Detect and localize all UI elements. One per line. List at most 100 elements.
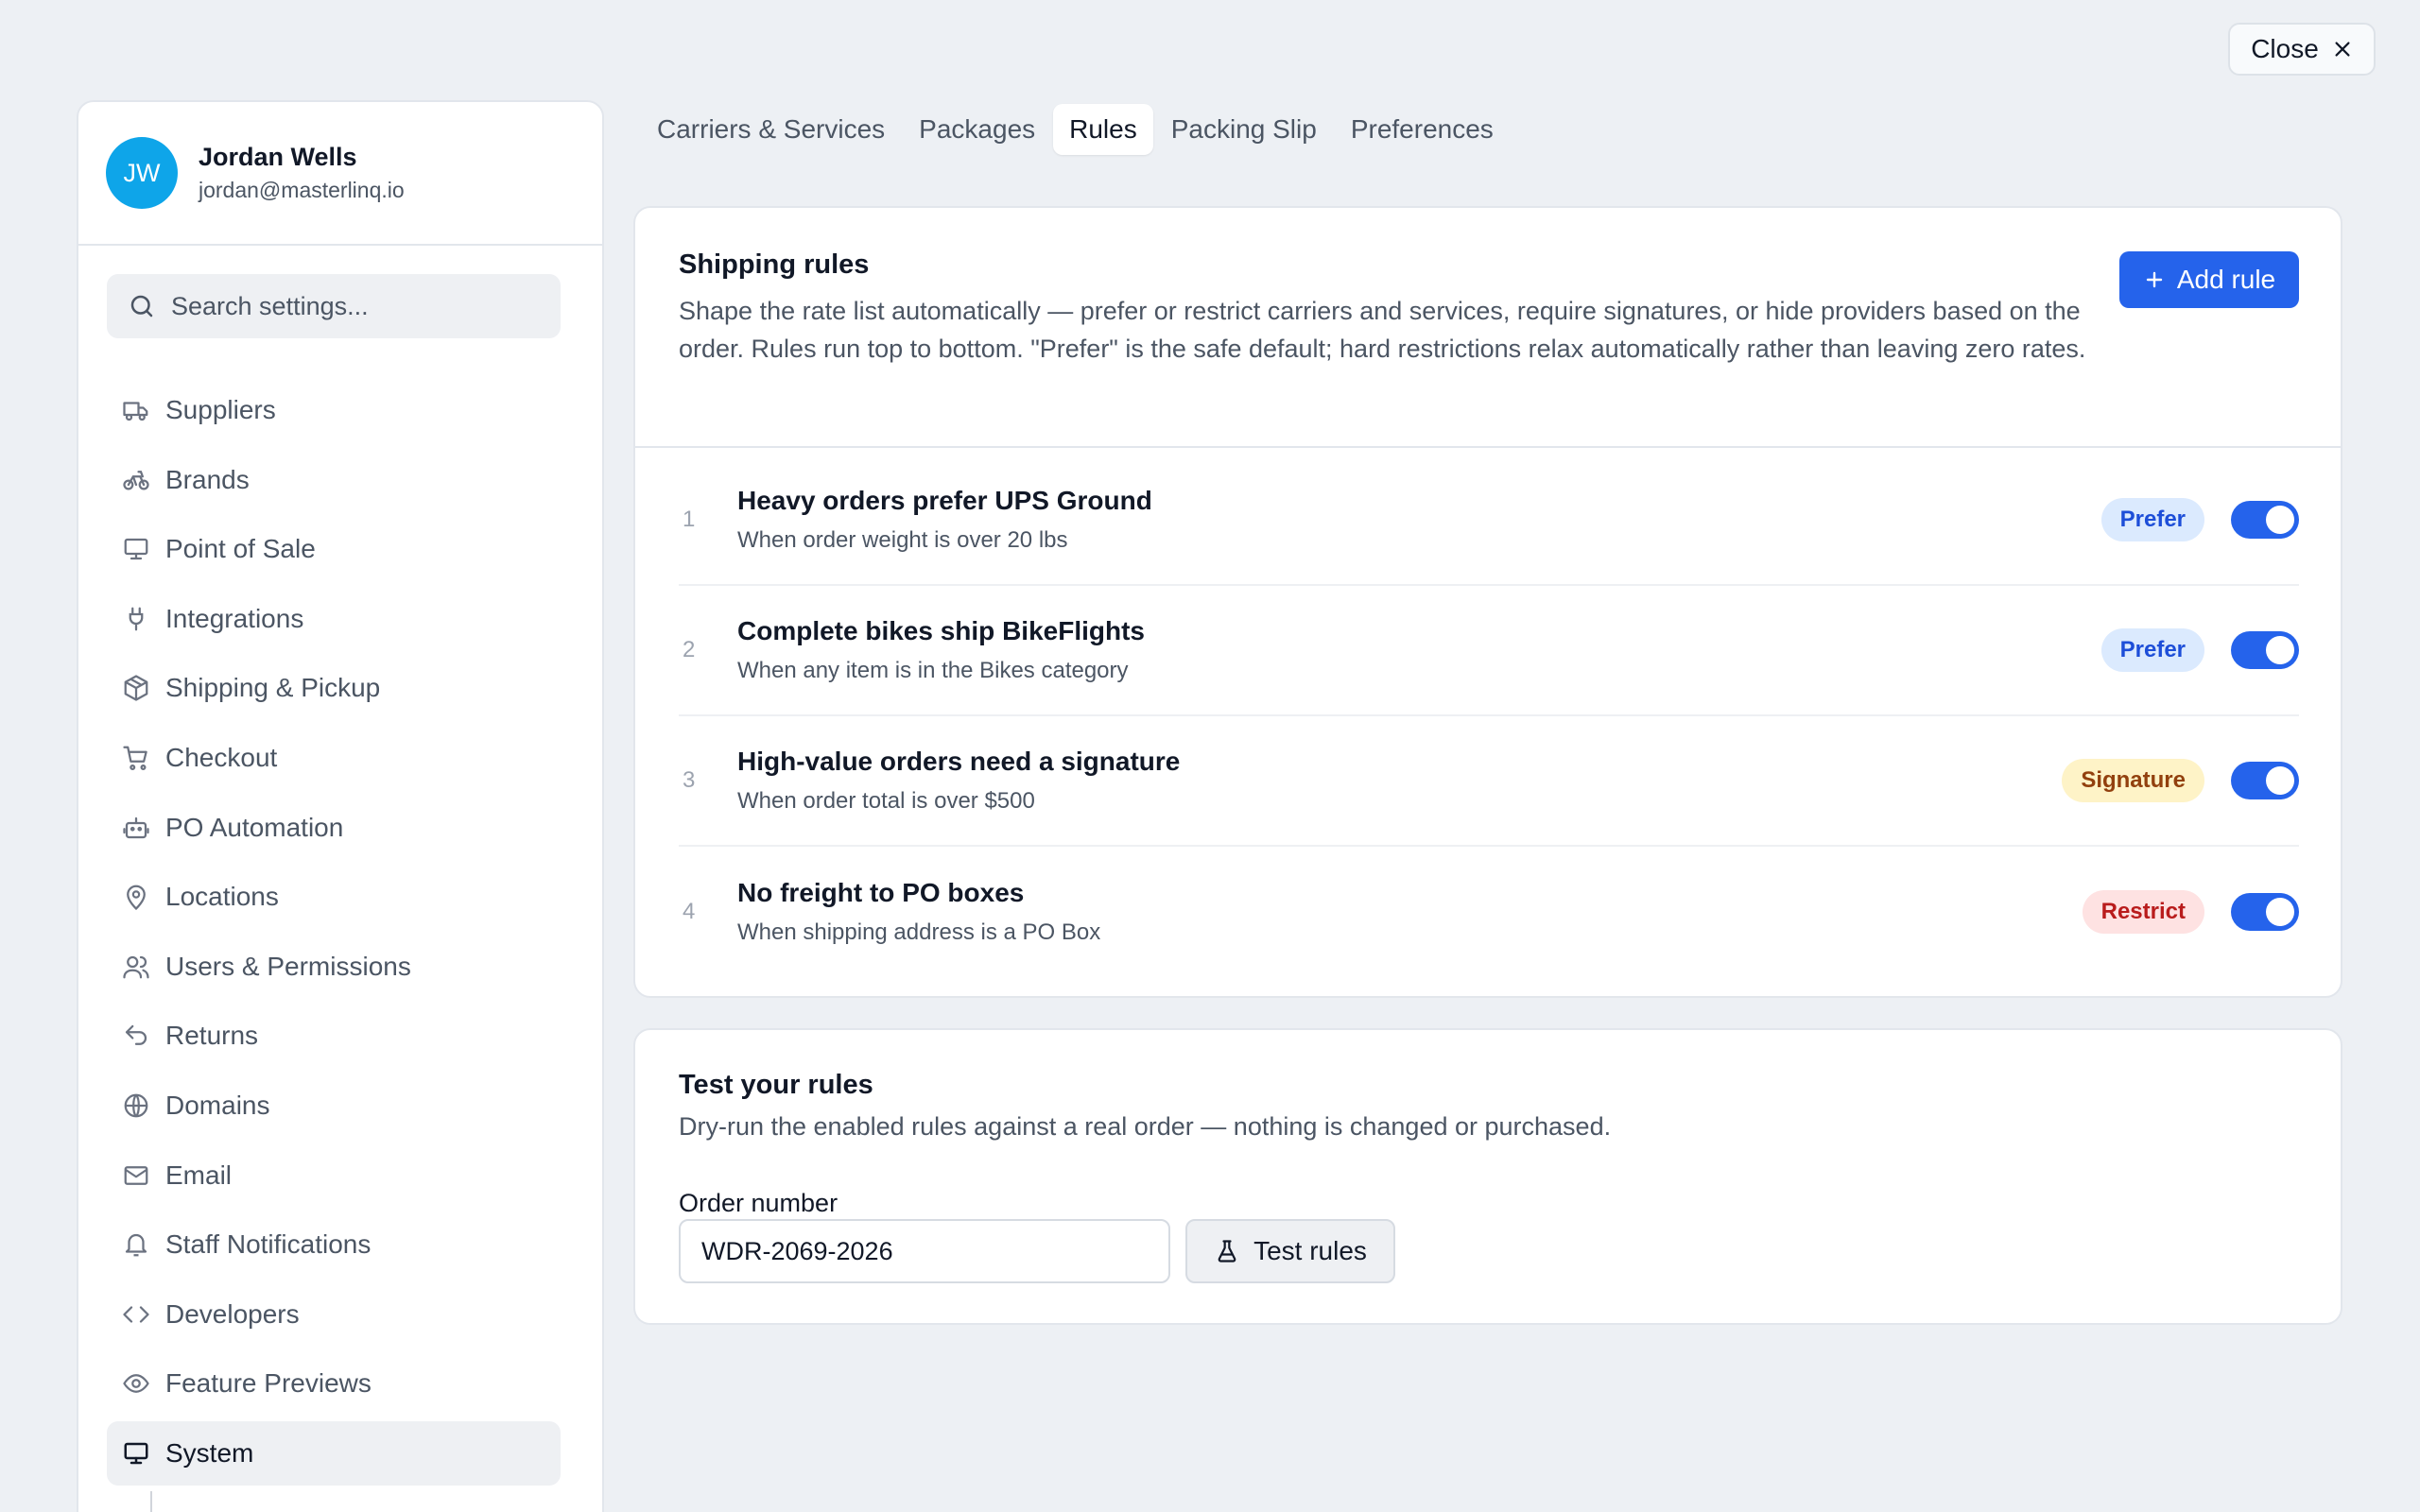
rule-enabled-toggle[interactable] <box>2231 631 2299 669</box>
sidebar-item-label: System <box>165 1437 254 1468</box>
sidebar-item-label: Developers <box>165 1298 300 1329</box>
sidebar-item-label: Locations <box>165 882 279 912</box>
search-input[interactable]: Search settings... <box>107 274 561 338</box>
test-rules-button[interactable]: Test rules <box>1185 1219 1395 1283</box>
shipping-rules-description: Shape the rate list automatically — pref… <box>679 297 2086 363</box>
sidebar-item-label: PO Automation <box>165 812 344 842</box>
rule-row[interactable]: 2 Complete bikes ship BikeFlights When a… <box>679 586 2299 716</box>
test-rules-card: Test your rules Dry-run the enabled rule… <box>633 1028 2342 1325</box>
sidebar-item-label: Integrations <box>165 603 304 633</box>
close-button[interactable]: Close <box>2228 23 2376 76</box>
plus-icon <box>2143 268 2166 291</box>
sidebar-item-label: Suppliers <box>165 395 276 424</box>
settings-sidebar: JW Jordan Wells jordan@masterlinq.io Sea… <box>77 100 604 1512</box>
sidebar-item-label: Checkout <box>165 742 278 772</box>
sidebar-item-domains[interactable]: Domains <box>107 1074 561 1138</box>
sidebar-item-locations[interactable]: Locations <box>107 865 561 929</box>
sidebar-item-email[interactable]: Email <box>107 1143 561 1208</box>
rule-number: 2 <box>683 637 696 662</box>
rule-enabled-toggle[interactable] <box>2231 893 2299 931</box>
toggle-knob <box>2266 766 2294 795</box>
sidebar-item-label: Email <box>165 1160 233 1190</box>
sidebar-item-label: Shipping & Pickup <box>165 673 381 703</box>
sidebar-item-shipping-pickup[interactable]: Shipping & Pickup <box>107 656 561 720</box>
rule-condition: When any item is in the Bikes category <box>737 658 1129 683</box>
test-rules-title: Test your rules <box>679 1070 873 1100</box>
rule-row[interactable]: 3 High-value orders need a signature Whe… <box>679 716 2299 847</box>
test-rules-label: Test rules <box>1253 1236 1367 1265</box>
tab-preferences[interactable]: Preferences <box>1335 104 1510 155</box>
toggle-knob <box>2266 898 2294 926</box>
rule-enabled-toggle[interactable] <box>2231 501 2299 539</box>
rule-type-badge: Restrict <box>2082 890 2204 934</box>
sidebar-item-checkout[interactable]: Checkout <box>107 726 561 790</box>
sidebar-item-label: Domains <box>165 1090 270 1120</box>
avatar: JW <box>106 137 178 209</box>
code-icon <box>122 1300 150 1329</box>
close-icon <box>2332 39 2353 60</box>
sidebar-item-developers[interactable]: Developers <box>107 1282 561 1347</box>
tab-packages[interactable]: Packages <box>903 104 1051 155</box>
close-button-label: Close <box>2251 34 2319 63</box>
sidebar-item-point-of-sale[interactable]: Point of Sale <box>107 517 561 581</box>
tab-packing-slip[interactable]: Packing Slip <box>1155 104 1333 155</box>
rule-row[interactable]: 4 No freight to PO boxes When shipping a… <box>679 847 2299 977</box>
rule-condition: When shipping address is a PO Box <box>737 919 1101 945</box>
sidebar-nav: Suppliers Brands Point of Sale Integrati… <box>107 378 561 1491</box>
rule-number: 1 <box>683 507 696 532</box>
rule-type-badge: Prefer <box>2100 628 2204 672</box>
divider <box>635 446 2341 448</box>
eye-icon <box>122 1369 150 1398</box>
tab-carriers-services[interactable]: Carriers & Services <box>641 104 901 155</box>
plug-icon <box>122 605 150 633</box>
rule-title: Complete bikes ship BikeFlights <box>737 616 1145 645</box>
sidebar-item-label: Staff Notifications <box>165 1229 372 1260</box>
toggle-knob <box>2266 636 2294 664</box>
sidebar-item-label: Point of Sale <box>165 534 316 564</box>
rule-row[interactable]: 1 Heavy orders prefer UPS Ground When or… <box>679 455 2299 586</box>
sidebar-item-brands[interactable]: Brands <box>107 448 561 512</box>
mail-icon <box>122 1161 150 1190</box>
rule-type-badge: Prefer <box>2100 498 2204 541</box>
return-arrow-icon <box>122 1022 150 1050</box>
search-placeholder: Search settings... <box>171 291 369 320</box>
monitor-icon <box>122 1439 150 1468</box>
profile-name: Jordan Wells <box>199 143 357 171</box>
shipping-rules-title: Shipping rules <box>679 249 870 280</box>
rule-title: Heavy orders prefer UPS Ground <box>737 486 1152 515</box>
tab-rules[interactable]: Rules <box>1053 104 1153 155</box>
rule-title: No freight to PO boxes <box>737 878 1025 907</box>
globe-icon <box>122 1091 150 1120</box>
flask-icon <box>1214 1238 1240 1264</box>
add-rule-label: Add rule <box>2176 265 2276 294</box>
test-rules-description: Dry-run the enabled rules against a real… <box>679 1112 1612 1141</box>
sidebar-item-users-permissions[interactable]: Users & Permissions <box>107 935 561 999</box>
sidebar-item-feature-previews[interactable]: Feature Previews <box>107 1351 561 1416</box>
profile-header: JW Jordan Wells jordan@masterlinq.io <box>78 102 602 246</box>
order-number-input[interactable] <box>679 1219 1170 1283</box>
rule-enabled-toggle[interactable] <box>2231 762 2299 799</box>
sidebar-item-label: Feature Previews <box>165 1368 372 1399</box>
robot-icon <box>122 814 150 842</box>
rule-number: 4 <box>683 899 696 924</box>
rule-condition: When order weight is over 20 lbs <box>737 527 1068 553</box>
submenu-guide-line <box>150 1491 152 1512</box>
sidebar-item-system[interactable]: System <box>107 1420 561 1486</box>
truck-icon <box>122 396 150 424</box>
monitor-icon <box>122 535 150 563</box>
sidebar-item-staff-notifications[interactable]: Staff Notifications <box>107 1212 561 1277</box>
order-number-label: Order number <box>679 1189 838 1217</box>
add-rule-button[interactable]: Add rule <box>2119 251 2299 308</box>
bell-icon <box>122 1230 150 1259</box>
cart-icon <box>122 744 150 772</box>
search-icon <box>128 292 156 320</box>
sidebar-item-suppliers[interactable]: Suppliers <box>107 378 561 442</box>
package-icon <box>122 674 150 702</box>
toggle-knob <box>2266 506 2294 534</box>
sidebar-item-integrations[interactable]: Integrations <box>107 587 561 651</box>
profile-email: jordan@masterlinq.io <box>199 178 405 202</box>
users-icon <box>122 953 150 981</box>
sidebar-item-po-automation[interactable]: PO Automation <box>107 796 561 860</box>
sidebar-item-label: Users & Permissions <box>165 951 411 981</box>
sidebar-item-returns[interactable]: Returns <box>107 1004 561 1068</box>
